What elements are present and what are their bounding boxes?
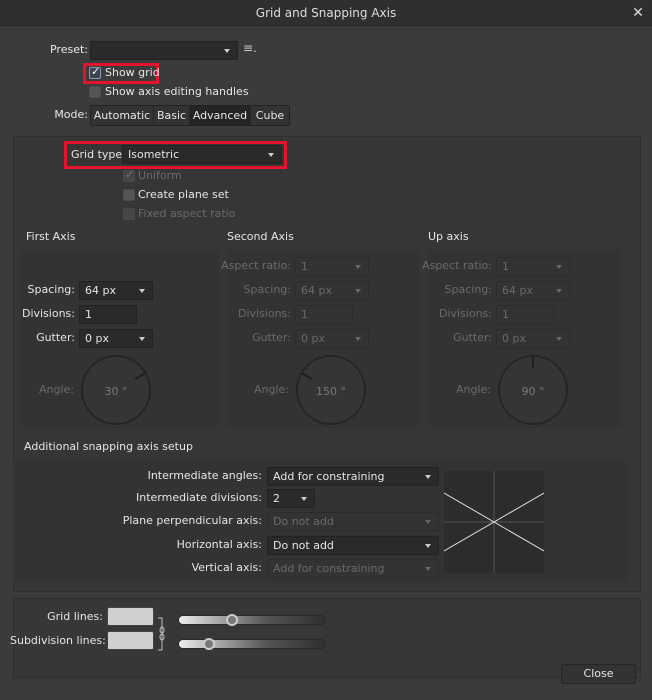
slider-thumb[interactable]: [202, 638, 215, 650]
grid-lines-label: Grid lines:: [47, 610, 103, 623]
snapping-row-dropdown[interactable]: 2: [267, 489, 315, 508]
show-axis-handles-label: Show axis editing handles: [105, 85, 249, 98]
subdivision-lines-opacity-slider[interactable]: [178, 638, 326, 650]
mode-advanced[interactable]: Advanced: [190, 106, 251, 125]
uniform-checkbox[interactable]: [123, 168, 135, 182]
grid-type-dropdown[interactable]: Isometric: [122, 145, 282, 164]
snapping-row-label: Plane perpendicular axis:: [122, 514, 262, 527]
spacing-field[interactable]: 64 px: [295, 281, 369, 300]
grid-type-label: Grid type:: [71, 148, 126, 161]
create-plane-set-label: Create plane set: [138, 188, 229, 201]
snapping-row-dropdown[interactable]: Do not add: [267, 536, 439, 555]
fixed-aspect-label: Fixed aspect ratio: [138, 207, 236, 220]
angle-dial[interactable]: 150 °: [296, 355, 366, 425]
mode-segmented-control: Automatic Basic Advanced Cube: [90, 105, 290, 126]
snapping-row-label: Intermediate divisions:: [136, 491, 262, 504]
divisions-field[interactable]: 1: [295, 305, 353, 324]
show-grid-checkbox[interactable]: [89, 65, 101, 79]
mode-label: Mode:: [54, 108, 88, 121]
mode-basic[interactable]: Basic: [154, 106, 190, 125]
divisions-label: Divisions:: [438, 307, 492, 320]
gutter-label: Gutter:: [252, 331, 291, 344]
fixed-aspect-checkbox[interactable]: [123, 208, 135, 220]
chain-link-icon[interactable]: [157, 617, 167, 651]
angle-value: 30 °: [104, 385, 128, 398]
snapping-row-label: Vertical axis:: [191, 561, 262, 574]
close-icon[interactable]: ✕: [630, 0, 646, 26]
angle-label: Angle:: [253, 383, 289, 396]
create-plane-set-checkbox[interactable]: [123, 189, 135, 201]
gutter-label: Gutter:: [453, 331, 492, 344]
axis-title: Up axis: [428, 230, 469, 243]
mode-automatic[interactable]: Automatic: [91, 106, 154, 125]
axis-title: First Axis: [26, 230, 76, 243]
gutter-label: Gutter:: [36, 331, 75, 344]
spacing-field[interactable]: 64 px: [79, 281, 153, 300]
aspect-field[interactable]: 1: [295, 257, 369, 276]
angle-label: Angle:: [455, 383, 491, 396]
title-bar: Grid and Snapping Axis: [0, 0, 652, 26]
preset-label: Preset:: [49, 43, 88, 56]
angle-value: 90 °: [521, 385, 545, 398]
uniform-label: Uniform: [138, 169, 182, 182]
snapping-row-dropdown[interactable]: Add for constraining: [267, 467, 439, 486]
angle-value: 150 °: [316, 385, 346, 398]
window-title: Grid and Snapping Axis: [255, 6, 397, 20]
mode-cube[interactable]: Cube: [251, 106, 289, 125]
gutter-field[interactable]: 0 px: [295, 329, 369, 348]
spacing-label: Spacing:: [27, 283, 75, 296]
show-axis-handles-checkbox[interactable]: [89, 86, 101, 98]
close-button[interactable]: Close: [561, 664, 636, 684]
grid-lines-opacity-slider[interactable]: [178, 614, 326, 626]
divisions-field[interactable]: 1: [496, 305, 554, 324]
snapping-row-label: Horizontal axis:: [176, 538, 262, 551]
aspect-label: Aspect ratio:: [221, 259, 291, 272]
subdivision-lines-label: Subdivision lines:: [10, 634, 106, 647]
slider-thumb[interactable]: [226, 614, 239, 626]
angle-dial[interactable]: 90 °: [498, 355, 568, 425]
snapping-row-dropdown[interactable]: Do not add: [267, 512, 439, 531]
show-grid-label: Show grid: [105, 66, 160, 79]
spacing-label: Spacing:: [243, 283, 291, 296]
divisions-field[interactable]: 1: [79, 305, 137, 324]
snapping-preview: [444, 471, 544, 573]
snapping-title: Additional snapping axis setup: [24, 440, 193, 453]
spacing-label: Spacing:: [444, 283, 492, 296]
preset-dropdown[interactable]: [90, 41, 238, 60]
divisions-label: Divisions:: [21, 307, 75, 320]
spacing-field[interactable]: 64 px: [496, 281, 570, 300]
gutter-field[interactable]: 0 px: [496, 329, 570, 348]
divisions-label: Divisions:: [237, 307, 291, 320]
axis-title: Second Axis: [227, 230, 294, 243]
aspect-label: Aspect ratio:: [422, 259, 492, 272]
angle-label: Angle:: [38, 383, 74, 396]
list-menu-icon[interactable]: ≡.: [243, 41, 257, 55]
subdivision-lines-color-swatch[interactable]: [107, 631, 154, 650]
gutter-field[interactable]: 0 px: [79, 329, 153, 348]
snapping-row-dropdown[interactable]: Add for constraining: [267, 559, 439, 578]
snapping-row-label: Intermediate angles:: [147, 469, 262, 482]
aspect-field[interactable]: 1: [496, 257, 570, 276]
grid-lines-color-swatch[interactable]: [107, 607, 154, 626]
angle-dial[interactable]: 30 °: [81, 355, 151, 425]
